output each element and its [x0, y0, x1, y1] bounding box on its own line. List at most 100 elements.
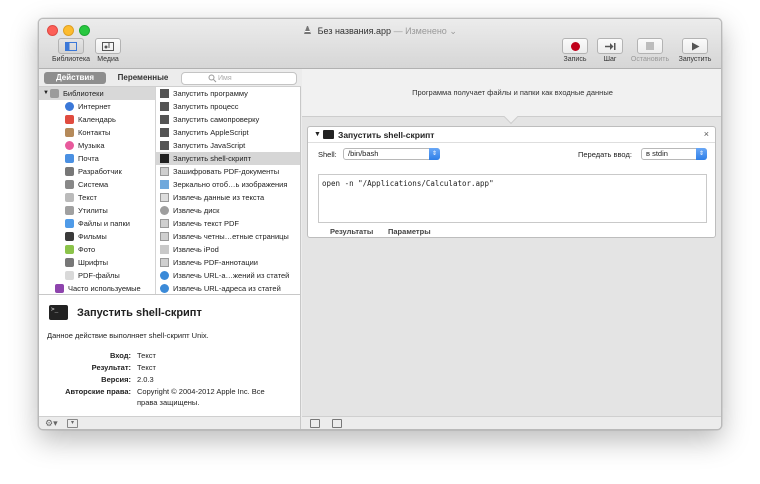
- media-button[interactable]: Медиа: [95, 38, 121, 63]
- action-item-label: Зеркально отоб…ь изображения: [173, 180, 288, 189]
- action-card-title: Запустить shell-скрипт: [338, 130, 435, 140]
- library-item[interactable]: Почта: [39, 152, 155, 165]
- action-item[interactable]: Зашифровать PDF-документы: [156, 165, 300, 178]
- folder-icon: [55, 284, 64, 293]
- script-editor[interactable]: open -n "/Applications/Calculator.app": [318, 174, 707, 223]
- action-item[interactable]: Извлечь диск: [156, 204, 300, 217]
- photos-icon: [65, 245, 74, 254]
- action-item[interactable]: Извлечь URL-а…жений из статей: [156, 269, 300, 282]
- gear-icon[interactable]: ⚙▾: [45, 418, 58, 429]
- library-item[interactable]: Текст: [39, 191, 155, 204]
- right-bottom-bar: [302, 416, 721, 429]
- action-item-label: Запустить AppleScript: [173, 128, 249, 137]
- close-icon[interactable]: ×: [704, 129, 709, 139]
- description-row: Результат: Текст: [47, 362, 297, 373]
- stop-button[interactable]: Остановить: [627, 38, 673, 63]
- library-item[interactable]: Фильмы: [39, 230, 155, 243]
- action-item-label: Извлечь текст PDF: [173, 219, 239, 228]
- actions-list: Запустить программу Запустить процесс Запу…: [156, 87, 301, 294]
- toggle-description-icon[interactable]: ▾: [67, 419, 78, 428]
- chevron-updown-icon: ⇕: [429, 148, 440, 160]
- library-item[interactable]: Шрифты: [39, 256, 155, 269]
- description-value: Copyright © 2004-2012 Apple Inc. Все пра…: [137, 387, 265, 407]
- pass-input-select[interactable]: в stdin ⇕: [641, 148, 707, 160]
- window-title-text: Без названия.app: [317, 26, 392, 36]
- description-row: Вход: Текст: [47, 350, 297, 361]
- action-item[interactable]: Извлечь четны…етные страницы: [156, 230, 300, 243]
- automator-icon: [160, 128, 169, 137]
- action-item[interactable]: Запустить процесс: [156, 100, 300, 113]
- library-often-used[interactable]: Часто используемые: [39, 282, 155, 294]
- description-row: Авторские права: Copyright © 2004-2012 Ap…: [47, 386, 297, 408]
- library-item[interactable]: PDF-файлы: [39, 269, 155, 282]
- library-item[interactable]: Музыка: [39, 139, 155, 152]
- ipod-icon: [160, 245, 169, 254]
- pass-input-select-value: в stdin: [646, 149, 668, 158]
- library-root[interactable]: ▼ Библиотеки: [39, 87, 155, 100]
- window-edited-status: — Изменено: [393, 26, 447, 36]
- action-item[interactable]: Запустить самопроверку: [156, 113, 300, 126]
- action-item[interactable]: Извлечь URL-адреса из статей: [156, 282, 300, 294]
- action-item[interactable]: Запустить AppleScript: [156, 126, 300, 139]
- library-item-label: Система: [78, 180, 109, 189]
- action-item[interactable]: Запустить программу: [156, 87, 300, 100]
- developer-icon: [65, 167, 74, 176]
- library-item-label: Почта: [78, 154, 99, 163]
- tab-options[interactable]: Параметры: [388, 227, 431, 236]
- library-item[interactable]: Файлы и папки: [39, 217, 155, 230]
- action-item[interactable]: Извлечь PDF-аннотации: [156, 256, 300, 269]
- flow-view-icon[interactable]: [332, 419, 342, 428]
- fonts-icon: [65, 258, 74, 267]
- disclosure-triangle-icon[interactable]: ▼: [314, 131, 321, 138]
- tab-actions[interactable]: Действия: [44, 72, 106, 84]
- library-item[interactable]: Контакты: [39, 126, 155, 139]
- action-item[interactable]: Извлечь iPod: [156, 243, 300, 256]
- automator-icon: [160, 141, 169, 150]
- action-item-label: Запустить shell-скрипт: [173, 154, 252, 163]
- shell-select-value: /bin/bash: [348, 149, 379, 158]
- contacts-icon: [65, 128, 74, 137]
- library-folder-icon: [50, 89, 59, 98]
- description-key: Вход:: [109, 351, 131, 360]
- finder-icon: [65, 219, 74, 228]
- chevron-down-icon: ⌄: [449, 26, 457, 36]
- record-button[interactable]: Запись: [562, 38, 588, 63]
- tab-results[interactable]: Результаты: [330, 227, 373, 236]
- library-item-label: Файлы и папки: [78, 219, 130, 228]
- record-label: Запись: [563, 56, 587, 63]
- library-item[interactable]: Фото: [39, 243, 155, 256]
- automator-window: Без названия.app — Изменено ⌄ Библиотека…: [38, 18, 722, 430]
- terminal-icon: [323, 130, 334, 139]
- library-item[interactable]: Утилиты: [39, 204, 155, 217]
- action-card-shell-script[interactable]: ▼ Запустить shell-скрипт × Shell: /bin/b…: [307, 126, 716, 238]
- action-item-label: Запустить программу: [173, 89, 248, 98]
- library-item[interactable]: Разработчик: [39, 165, 155, 178]
- action-item[interactable]: Извлечь текст PDF: [156, 217, 300, 230]
- library-item-label: Фильмы: [78, 232, 107, 241]
- action-item[interactable]: Извлечь данные из текста: [156, 191, 300, 204]
- workflow-area: Программа получает файлы и папки как вхо…: [302, 69, 721, 416]
- action-item[interactable]: Запустить JavaScript: [156, 139, 300, 152]
- shell-select[interactable]: /bin/bash ⇕: [343, 148, 440, 160]
- search-input[interactable]: Имя: [181, 72, 297, 85]
- library-button[interactable]: Библиотека: [52, 38, 90, 63]
- stop-label: Остановить: [630, 56, 670, 63]
- disk-icon: [160, 206, 169, 215]
- action-item[interactable]: Зеркально отоб…ь изображения: [156, 178, 300, 191]
- window-title[interactable]: Без названия.app — Изменено ⌄: [39, 25, 721, 37]
- disclosure-triangle-icon[interactable]: ▼: [43, 87, 49, 100]
- library-item-label: Музыка: [78, 141, 105, 150]
- tab-variables[interactable]: Переменные: [111, 72, 175, 84]
- action-item[interactable]: Запустить shell-скрипт: [156, 152, 300, 165]
- library-item-label: Разработчик: [78, 167, 122, 176]
- run-button[interactable]: Запустить: [675, 38, 715, 63]
- step-button[interactable]: Шаг: [597, 38, 623, 63]
- action-item-label: Извлечь данные из текста: [173, 193, 265, 202]
- library-item[interactable]: Система: [39, 178, 155, 191]
- description-value: Текст: [137, 351, 156, 360]
- library-item[interactable]: Интернет: [39, 100, 155, 113]
- library-item[interactable]: Календарь: [39, 113, 155, 126]
- list-view-icon[interactable]: [310, 419, 320, 428]
- calendar-icon: [65, 115, 74, 124]
- pdf-icon: [160, 167, 169, 176]
